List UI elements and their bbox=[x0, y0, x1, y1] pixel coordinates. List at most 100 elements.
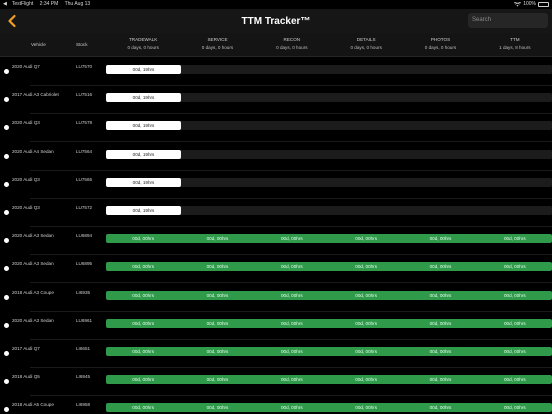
stage-time-tradewalk: 00d, 00hrs bbox=[132, 320, 155, 326]
status-right: 100% bbox=[514, 1, 549, 7]
vehicle-name: 2018 Audi A3 Coupe bbox=[12, 289, 54, 295]
stage-time-service: 00d, 00hrs bbox=[206, 236, 229, 242]
status-dot bbox=[4, 181, 9, 187]
stock-number: LU7572 bbox=[76, 205, 93, 210]
tradewalk-time-pill[interactable]: 00d, 19hrs bbox=[106, 65, 181, 74]
tradewalk-time-pill[interactable]: 00d, 19hrs bbox=[106, 149, 181, 159]
stock-number: LU6894 bbox=[76, 233, 93, 239]
stage-time-service: 00d, 00hrs bbox=[206, 292, 229, 298]
vehicle-row[interactable]: 2020 Audi Q3 LU7572 00d, 19hrs bbox=[0, 199, 552, 227]
vehicle-row[interactable]: 2018 Audi A5 Coupe LI6958 00d, 00hrs 00d, 0… bbox=[0, 396, 552, 414]
stage-name: SERVICE bbox=[207, 37, 228, 42]
status-dot bbox=[4, 266, 9, 272]
stage-total-time: 0 days, 0 hours bbox=[201, 45, 234, 50]
stage-time-photos: 00d, 00hrs bbox=[429, 349, 452, 354]
stage-time-ttm: 00d, 00hrs bbox=[503, 320, 526, 326]
stage-time-service: 00d, 00hrs bbox=[206, 405, 229, 411]
stage-time-details: 00d, 00hrs bbox=[355, 320, 378, 326]
stage-time-service: 00d, 00hrs bbox=[206, 264, 229, 270]
stage-header-details[interactable]: DETAILS 0 days, 0 hours bbox=[329, 37, 403, 50]
stage-time-photos: 00d, 00hrs bbox=[429, 320, 452, 326]
vehicle-row[interactable]: 2018 Audi Q5 LI6945 00d, 00hrs 00d, 00hrs 00… bbox=[0, 368, 552, 397]
column-header-stock[interactable]: Stock bbox=[76, 42, 88, 47]
status-date: Thu Aug 13 bbox=[64, 1, 91, 7]
stage-header-service[interactable]: SERVICE 0 days, 0 hours bbox=[180, 37, 254, 50]
stage-progress-bar[interactable]: 00d, 00hrs 00d, 00hrs 00d, 00hrs 00d, 00hrs… bbox=[106, 262, 552, 272]
back-triangle-icon[interactable]: ◀ bbox=[3, 1, 7, 7]
vehicle-row[interactable]: 2020 Audi A3 Sedan LU6894 00d, 00hrs 00d, 0… bbox=[0, 227, 552, 256]
status-dot bbox=[4, 153, 9, 159]
wifi-icon bbox=[514, 1, 522, 6]
vehicle-row[interactable]: 2017 Audi Q7 LI6651 00d, 00hrs 00d, 00hrs 00… bbox=[0, 340, 552, 368]
vehicle-name: 2018 Audi Q5 bbox=[12, 374, 40, 380]
stage-progress-bar[interactable]: 00d, 00hrs 00d, 00hrs 00d, 00hrs 00d, 00hrs… bbox=[106, 318, 552, 328]
stage-time-details: 00d, 00hrs bbox=[355, 377, 378, 383]
vehicle-row[interactable]: 2020 Audi Q3 LU7578 00d, 19hrs bbox=[0, 114, 552, 143]
vehicle-row[interactable]: 2020 Audi A4 Sedan LU7564 00d, 19hrs bbox=[0, 143, 552, 171]
vehicle-row[interactable]: 2020 Audi Q7 LU7570 00d, 19hrs bbox=[0, 58, 552, 86]
vehicle-name: 2020 Audi Q3 bbox=[12, 205, 40, 210]
tradewalk-time-pill[interactable]: 00d, 19hrs bbox=[106, 121, 181, 131]
stage-time-details: 00d, 00hrs bbox=[355, 236, 378, 242]
stage-name: PHOTOS bbox=[430, 37, 451, 42]
vehicle-name: 2018 Audi A5 Coupe bbox=[12, 402, 54, 408]
stock-number: LU7564 bbox=[76, 148, 93, 154]
stage-time-service: 00d, 00hrs bbox=[206, 349, 229, 354]
search-input[interactable]: Search bbox=[468, 13, 548, 28]
stage-header-tradewalk[interactable]: TRADEWALK 0 days, 0 hours bbox=[106, 37, 180, 50]
stage-progress-bar[interactable]: 00d, 00hrs 00d, 00hrs 00d, 00hrs 00d, 00hrs… bbox=[106, 234, 552, 244]
stage-time-ttm: 00d, 00hrs bbox=[503, 405, 526, 411]
status-dot bbox=[4, 210, 9, 215]
vehicle-row[interactable]: 2020 Audi A3 Sedan LU6895 00d, 00hrs 00d, 0… bbox=[0, 255, 552, 284]
status-dot bbox=[4, 69, 9, 74]
vehicle-name: 2020 Audi A3 Sedan bbox=[12, 261, 54, 267]
stage-time-recon: 00d, 00hrs bbox=[280, 377, 303, 383]
stage-name: TTM bbox=[510, 37, 520, 42]
vehicle-name: 2020 Audi A3 Sedan bbox=[12, 233, 54, 239]
tradewalk-time-pill[interactable]: 00d, 19hrs bbox=[106, 177, 181, 187]
vehicle-name: 2020 Audi Q7 bbox=[12, 64, 40, 69]
stage-progress-bar[interactable]: 00d, 00hrs 00d, 00hrs 00d, 00hrs 00d, 00hrs… bbox=[106, 290, 552, 300]
table-header: Vehicle Stock TRADEWALK 0 days, 0 hours SE… bbox=[0, 33, 552, 57]
tradewalk-time-pill[interactable]: 00d, 19hrs bbox=[106, 206, 181, 215]
stock-number: LU6895 bbox=[76, 261, 93, 267]
status-dot bbox=[4, 379, 9, 385]
column-header-vehicle[interactable]: Vehicle bbox=[31, 42, 46, 47]
vehicle-name: 2020 Audi Q3 bbox=[12, 120, 40, 126]
testflight-back-link[interactable]: TestFlight bbox=[12, 1, 33, 7]
stage-time-details: 00d, 00hrs bbox=[355, 405, 378, 411]
stage-time-ttm: 00d, 00hrs bbox=[503, 349, 526, 354]
battery-percent: 100% bbox=[523, 1, 536, 7]
stage-time-ttm: 00d, 00hrs bbox=[503, 292, 526, 298]
stage-time-ttm: 00d, 00hrs bbox=[503, 236, 526, 242]
stock-number: LI6935 bbox=[76, 289, 91, 295]
stage-time-ttm: 00d, 00hrs bbox=[503, 264, 526, 270]
vehicle-name: 2020 Audi Q3 bbox=[12, 176, 40, 182]
vehicle-row[interactable]: 2020 Audi A3 Sedan LU6961 00d, 00hrs 00d, 0… bbox=[0, 312, 552, 340]
stage-time-service: 00d, 00hrs bbox=[206, 320, 229, 326]
stage-progress-bar[interactable]: 00d, 00hrs 00d, 00hrs 00d, 00hrs 00d, 00hrs… bbox=[106, 347, 552, 356]
stage-time-details: 00d, 00hrs bbox=[355, 349, 378, 354]
vehicle-name: 2020 Audi A4 Sedan bbox=[12, 148, 54, 154]
status-dot bbox=[4, 351, 9, 356]
vehicle-row[interactable]: 2017 Audi A3 Cabriolet LU7516 00d, 19hrs bbox=[0, 86, 552, 115]
vehicle-row[interactable]: 2020 Audi Q3 LU7565 00d, 19hrs bbox=[0, 171, 552, 199]
tradewalk-time-pill[interactable]: 00d, 19hrs bbox=[106, 93, 181, 103]
stage-progress-bar[interactable]: 00d, 00hrs 00d, 00hrs 00d, 00hrs 00d, 00hrs… bbox=[106, 375, 552, 385]
stage-time-tradewalk: 00d, 00hrs bbox=[132, 264, 155, 270]
stage-time-photos: 00d, 00hrs bbox=[429, 377, 452, 383]
navigation-bar: TTM Tracker™ Search bbox=[0, 9, 552, 33]
status-dot bbox=[4, 322, 9, 328]
stage-time-recon: 00d, 00hrs bbox=[280, 236, 303, 242]
vehicle-row[interactable]: 2018 Audi A3 Coupe LI6935 00d, 00hrs 00d, 0… bbox=[0, 284, 552, 312]
stage-total-time: 0 days, 0 hours bbox=[127, 45, 159, 50]
status-dot bbox=[4, 238, 9, 244]
stage-header-ttm[interactable]: TTM 1 days, 8 hours bbox=[478, 37, 552, 50]
stage-header-recon[interactable]: RECON 0 days, 0 hours bbox=[255, 37, 329, 50]
stage-name: RECON bbox=[283, 37, 301, 42]
vehicle-name: 2017 Audi A3 Cabriolet bbox=[12, 92, 59, 98]
stage-header-photos[interactable]: PHOTOS 0 days, 0 hours bbox=[403, 37, 477, 50]
stage-progress-bar[interactable]: 00d, 00hrs 00d, 00hrs 00d, 00hrs 00d, 00hrs… bbox=[106, 403, 552, 413]
stock-number: LI6958 bbox=[76, 402, 91, 408]
stage-time-recon: 00d, 00hrs bbox=[280, 349, 303, 354]
